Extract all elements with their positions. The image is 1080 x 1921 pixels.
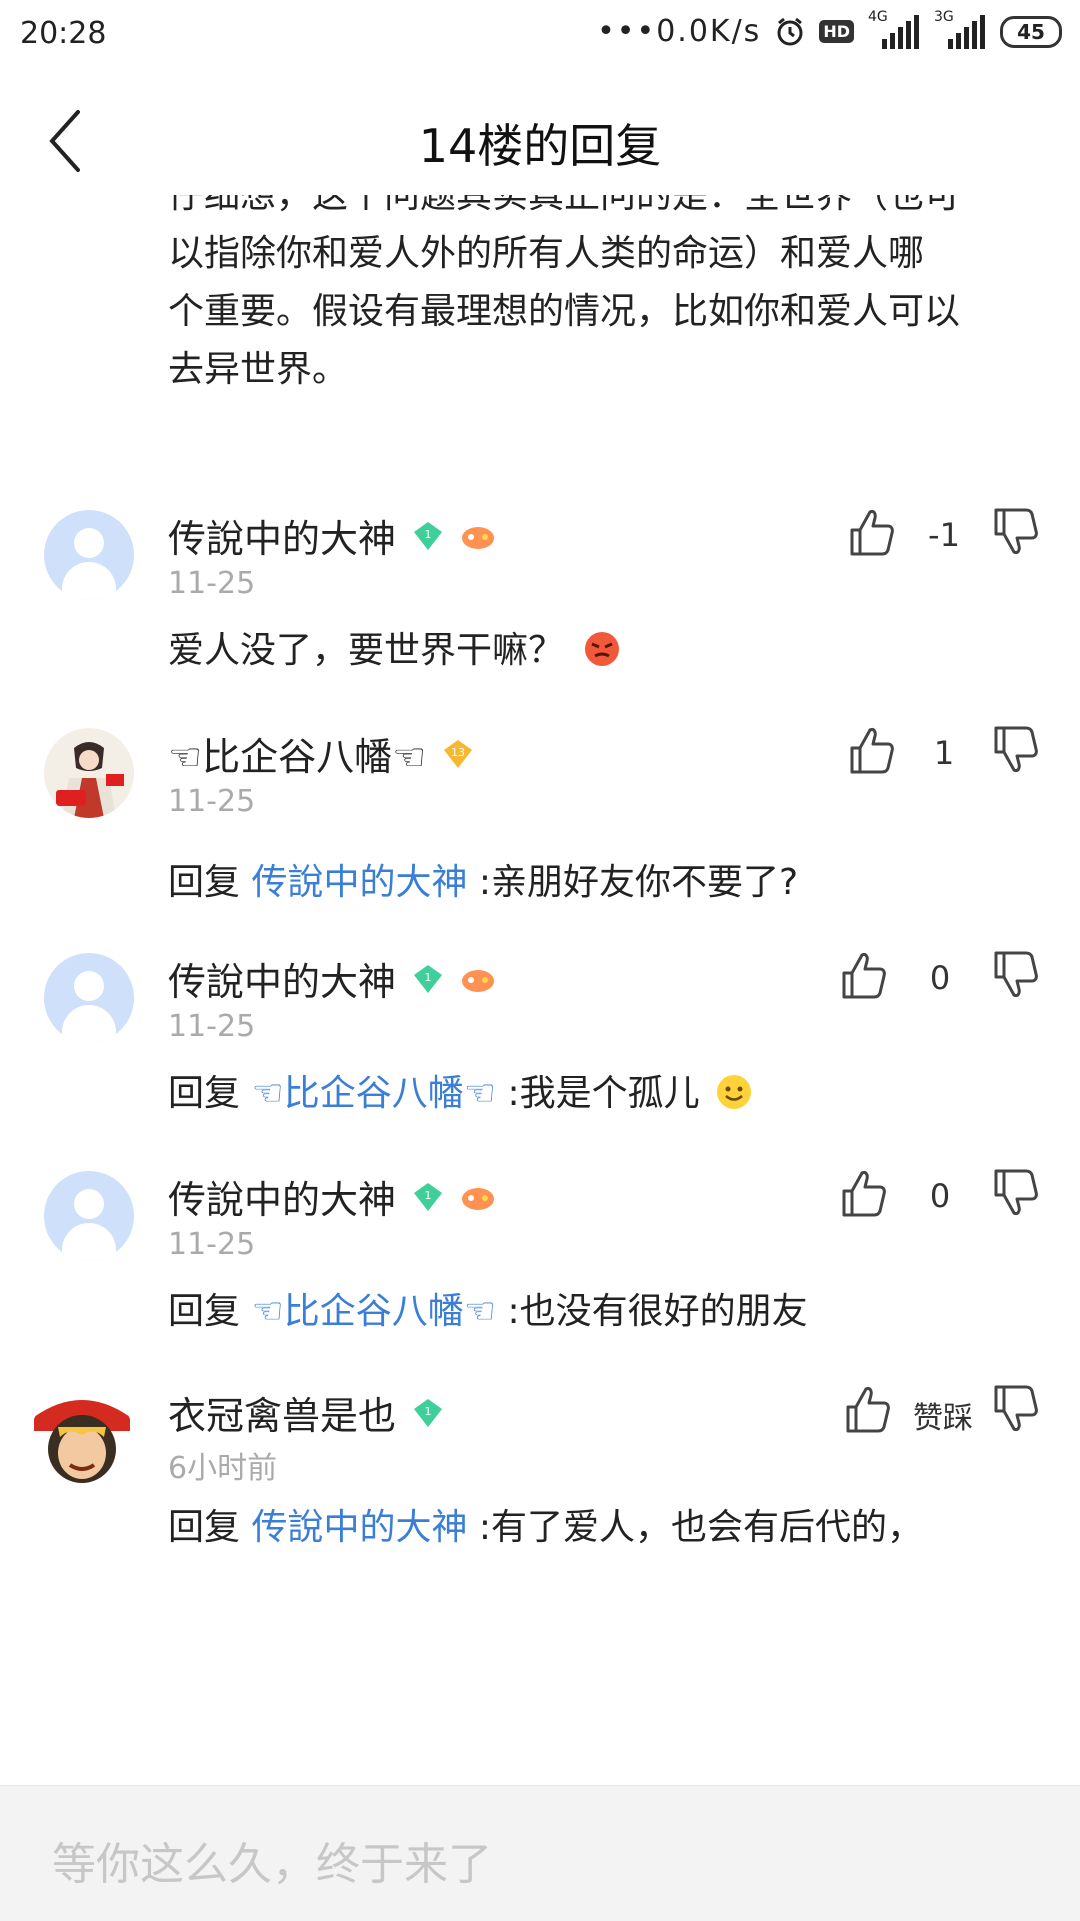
comment-text: :有了爱人，也会有后代的， (467, 1507, 924, 1548)
smile-emoji-icon (717, 1075, 752, 1109)
page-title: 14楼的回复 (418, 119, 662, 173)
gamepad-icon (462, 969, 495, 992)
thumbs-down-icon (994, 508, 1038, 554)
comment-username-row: 传說中的大神 1 (168, 508, 496, 563)
anime-character-icon (44, 728, 134, 818)
comment-time: 11-25 (168, 1009, 256, 1044)
comment-body: 回复 传說中的大神 :有了爱人，也会有后代的， (168, 1499, 1028, 1557)
comment-time: 11-25 (168, 1227, 256, 1262)
reply-prefix: 回复 (168, 1291, 252, 1332)
level-badge-icon: 13 (444, 739, 473, 768)
post-line: 个重要。假设有最理想的情况，比如你和爱人可以 (168, 291, 961, 332)
mention-link[interactable]: ☜比企谷八幡☜ (251, 1073, 496, 1114)
vote-count: 0 (929, 959, 951, 997)
comment-body: 回复 ☜比企谷八幡☜ :我是个孤儿 (168, 1065, 1028, 1123)
like-button[interactable] (848, 724, 896, 776)
comment-text: :也没有很好的朋友 (496, 1291, 808, 1332)
mention-link[interactable]: 传說中的大神 (251, 1507, 467, 1548)
reply-input-placeholder[interactable]: 等你这么久，终于来了 (52, 1828, 492, 1892)
status-icons: •••0.0K/s HD 4G 3G 45 (597, 9, 1062, 49)
avatar[interactable] (44, 510, 134, 600)
thumbs-up-icon (842, 1171, 886, 1217)
status-bar: 20:28 •••0.0K/s HD 4G 3G 45 (0, 0, 1080, 70)
comment-body: 爱人没了，要世界干嘛？ (168, 622, 1028, 680)
thumbs-up-icon (850, 510, 894, 556)
comment-username-row: 传說中的大神 1 (168, 951, 496, 1006)
avatar[interactable] (44, 953, 134, 1043)
comment-body: 回复 传說中的大神 :亲朋好友你不要了? (168, 854, 1028, 912)
mention-link[interactable]: ☜比企谷八幡☜ (251, 1291, 496, 1332)
vote-count: 0 (929, 1177, 951, 1215)
signal-icon-3g: 3G (934, 9, 986, 49)
dislike-button[interactable] (992, 1167, 1040, 1219)
comment-username-row: ☜比企谷八幡☜ 13 (168, 726, 476, 781)
reply-prefix: 回复 (168, 1073, 252, 1114)
username[interactable]: 传說中的大神 (168, 508, 396, 563)
dislike-button[interactable] (992, 506, 1040, 558)
post-line: 以指除你和爱人外的所有人类的命运）和爱人哪 (168, 233, 925, 274)
level-badge-icon: 1 (414, 521, 443, 550)
dislike-button[interactable] (992, 1383, 1040, 1435)
anime-character-icon (30, 1387, 134, 1491)
mention-link[interactable]: 传說中的大神 (251, 862, 467, 903)
thumbs-down-icon (994, 951, 1038, 997)
username[interactable]: 衣冠禽兽是也 (168, 1385, 396, 1440)
thumbs-up-icon (842, 953, 886, 999)
signal-icon-4g: 4G (868, 9, 920, 49)
dislike-button[interactable] (992, 949, 1040, 1001)
level-badge-icon: 1 (414, 1182, 443, 1211)
avatar[interactable] (44, 728, 134, 818)
battery-icon: 45 (1000, 15, 1062, 48)
badge-number: 1 (425, 528, 432, 541)
vote-count: 1 (933, 734, 955, 772)
hd-icon: HD (819, 20, 854, 43)
reply-prefix: 回复 (168, 862, 252, 903)
comment-body: 回复 ☜比企谷八幡☜ :也没有很好的朋友 (168, 1283, 1028, 1341)
thumbs-up-icon (850, 728, 894, 774)
level-badge-icon: 1 (414, 964, 443, 993)
reply-prefix: 回复 (168, 1507, 252, 1548)
status-time: 20:28 (20, 16, 107, 51)
vote-count: 赞踩 (913, 1401, 973, 1436)
thumbs-up-icon (846, 1387, 890, 1433)
level-badge-icon: 1 (414, 1398, 443, 1427)
like-button[interactable] (844, 1383, 892, 1435)
comment-time: 11-25 (168, 784, 256, 819)
reply-list[interactable]: 仔细想，这个问题其实真正问的是：全世界（也可 以指除你和爱人外的所有人类的命运）… (0, 195, 1080, 1785)
comment-username-row: 传說中的大神 1 (168, 1169, 496, 1224)
page-header: 14楼的回复 (0, 70, 1080, 210)
gamepad-icon (462, 1187, 495, 1210)
angry-face-emoji-icon (585, 632, 620, 666)
thumbs-down-icon (994, 1385, 1038, 1431)
badge-number: 1 (425, 1405, 432, 1418)
avatar[interactable] (44, 1171, 134, 1261)
comment-username-row: 衣冠禽兽是也 1 (168, 1385, 446, 1440)
username[interactable]: ☜比企谷八幡☜ (168, 726, 426, 781)
vote-count: -1 (928, 516, 960, 554)
gamepad-icon (462, 526, 495, 549)
dislike-button[interactable] (992, 724, 1040, 776)
thumbs-down-icon (994, 726, 1038, 772)
comment-time: 6小时前 (168, 1451, 278, 1486)
avatar[interactable] (30, 1387, 134, 1491)
alarm-icon (777, 17, 803, 45)
post-line: 仔细想，这个问题其实真正问的是：全世界（也可 (168, 195, 961, 216)
like-button[interactable] (840, 949, 888, 1001)
original-post: 仔细想，这个问题其实真正问的是：全世界（也可 以指除你和爱人外的所有人类的命运）… (168, 195, 1048, 399)
comment-text: 爱人没了，要世界干嘛？ (168, 630, 565, 671)
badge-number: 13 (451, 746, 465, 759)
post-line: 去异世界。 (168, 349, 349, 390)
username[interactable]: 传說中的大神 (168, 951, 396, 1006)
like-button[interactable] (848, 506, 896, 558)
username[interactable]: 传說中的大神 (168, 1169, 396, 1224)
reply-input-bar[interactable]: 等你这么久，终于来了 (0, 1785, 1080, 1921)
like-button[interactable] (840, 1167, 888, 1219)
badge-number: 1 (425, 971, 432, 984)
comment-text: :我是个孤儿 (496, 1073, 700, 1114)
thumbs-down-icon (994, 1169, 1038, 1215)
comment-text: :亲朋好友你不要了? (467, 862, 799, 903)
comment-time: 11-25 (168, 566, 256, 601)
network-speed: •••0.0K/s (597, 14, 762, 49)
badge-number: 1 (425, 1189, 432, 1202)
